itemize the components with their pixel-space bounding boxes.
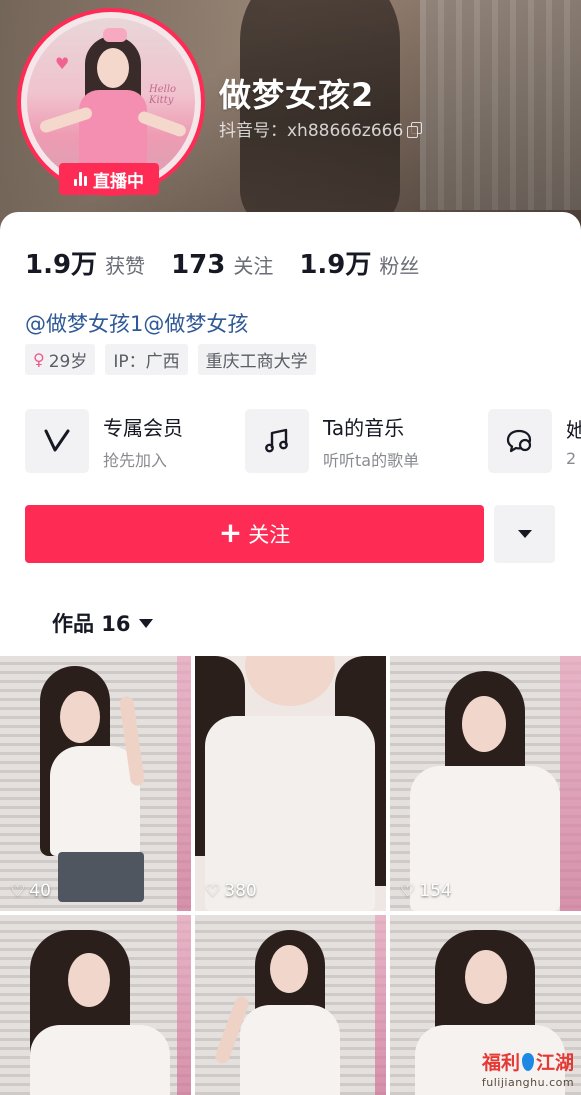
feature-membership[interactable]: 专属会员 抢先加入	[25, 408, 183, 474]
profile-nickname: 做梦女孩2	[219, 76, 375, 114]
more-options-button[interactable]	[494, 505, 555, 563]
avatar-face	[97, 48, 129, 88]
video-tile[interactable]: ♡ 154	[390, 656, 581, 911]
feature-chat-title: 她	[566, 418, 581, 442]
watermark-logo: 福利 江湖	[482, 1048, 574, 1075]
stat-followers[interactable]: 1.9万 粉丝	[299, 244, 419, 281]
avatar-image: ♥ Hello Kitty	[27, 18, 195, 190]
video-figure-face	[68, 953, 110, 1007]
female-icon: ♀	[33, 350, 45, 369]
video-likes-count: 40	[29, 881, 51, 901]
video-tile[interactable]: ♡ 40	[0, 656, 191, 911]
watermark-text-b: 江湖	[536, 1052, 575, 1074]
douyin-id-text: 抖音号：xh88666z666	[219, 121, 404, 141]
v-logo-icon	[25, 409, 89, 473]
video-figure-shorts	[58, 852, 144, 902]
video-figure-face	[60, 691, 100, 743]
stats-row: 1.9万 获赞 173 关注 1.9万 粉丝	[25, 244, 445, 281]
stat-followers-count: 1.9万	[299, 250, 372, 280]
stat-likes[interactable]: 1.9万 获赞	[25, 244, 145, 281]
caret-down-icon	[138, 618, 153, 628]
avatar-bow	[103, 28, 127, 42]
heart-outline-icon: ♡	[10, 881, 26, 901]
video-decor	[560, 656, 581, 911]
douyin-id[interactable]: 抖音号：xh88666z666	[219, 116, 423, 141]
tag-age-text: 29岁	[48, 352, 88, 372]
bio-mentions[interactable]: @做梦女孩1@做梦女孩	[25, 308, 248, 338]
video-likes: ♡ 40	[10, 881, 51, 901]
video-tile[interactable]: ♡ 380	[195, 656, 386, 911]
stat-likes-count: 1.9万	[25, 250, 98, 280]
profile-card: 1.9万 获赞 173 关注 1.9万 粉丝 @做梦女孩1@做梦女孩 ♀ 29岁…	[0, 212, 581, 1095]
stat-following-label: 关注	[233, 254, 274, 278]
video-figure-top	[240, 1005, 340, 1095]
heart-outline-icon: ♡	[205, 881, 221, 901]
video-decor	[177, 656, 191, 911]
live-badge[interactable]: 直播中	[59, 163, 159, 195]
avatar-sign-text: Hello Kitty	[149, 84, 177, 106]
feature-membership-sub: 抢先加入	[103, 450, 168, 470]
stat-following[interactable]: 173 关注	[171, 250, 273, 280]
stat-likes-label: 获赞	[105, 254, 146, 278]
video-figure-face	[462, 696, 506, 752]
video-figure-face	[465, 950, 507, 1004]
stat-followers-label: 粉丝	[379, 254, 420, 278]
follow-button[interactable]: + 关注	[25, 505, 484, 563]
feature-music[interactable]: Ta的音乐 听听ta的歌单	[245, 408, 419, 474]
video-figure-face	[245, 656, 335, 706]
feature-entries: 专属会员 抢先加入 Ta的音乐 听听ta的歌单 她 2	[25, 408, 581, 474]
live-badge-label: 直播中	[93, 171, 144, 192]
feature-membership-title: 专属会员	[103, 415, 183, 440]
feature-chat-sub: 2	[566, 449, 577, 468]
caret-down-icon	[517, 530, 532, 538]
live-bars-icon	[74, 172, 87, 186]
plus-icon: +	[218, 516, 243, 549]
video-decor	[375, 915, 386, 1095]
drop-icon	[522, 1052, 534, 1071]
tag-school[interactable]: 重庆工商大学	[197, 344, 316, 375]
video-likes-count: 154	[419, 881, 452, 901]
video-tile[interactable]	[195, 915, 386, 1095]
copy-icon[interactable]	[407, 121, 423, 138]
feature-music-title: Ta的音乐	[323, 415, 405, 440]
tab-works-label: 作品 16	[52, 612, 131, 636]
watermark-url: fulijianghu.com	[481, 1076, 575, 1089]
video-decor	[177, 915, 191, 1095]
stat-following-count: 173	[171, 250, 226, 280]
heart-outline-icon: ♡	[400, 881, 416, 901]
watermark-text-a: 福利	[481, 1052, 520, 1074]
video-tile[interactable]	[0, 915, 191, 1095]
video-likes-count: 380	[224, 881, 257, 901]
video-likes: ♡ 154	[400, 881, 452, 901]
tag-location: IP：广西	[105, 344, 188, 375]
music-note-icon	[245, 409, 309, 473]
tab-works[interactable]: 作品 16	[52, 608, 153, 638]
video-figure-top	[50, 746, 140, 856]
video-figure-face	[270, 945, 308, 993]
tag-location-text: IP：广西	[113, 352, 180, 372]
profile-header: ♥ Hello Kitty 直播中 做梦女孩2 抖音号：xh88666z666	[0, 0, 581, 240]
heart-icon: ♥	[55, 54, 70, 73]
profile-tags: ♀ 29岁 IP：广西 重庆工商大学	[25, 344, 316, 375]
tag-school-text: 重庆工商大学	[205, 352, 308, 372]
site-watermark: 福利 江湖 fulijianghu.com	[478, 1048, 578, 1093]
video-figure-top	[30, 1025, 170, 1095]
video-likes: ♡ 380	[205, 881, 257, 901]
chat-bubble-icon	[488, 409, 552, 473]
tag-age: ♀ 29岁	[25, 344, 96, 375]
feature-chat[interactable]: 她 2	[488, 408, 581, 474]
feature-music-sub: 听听ta的歌单	[323, 450, 420, 470]
follow-button-label: 关注	[248, 523, 291, 547]
